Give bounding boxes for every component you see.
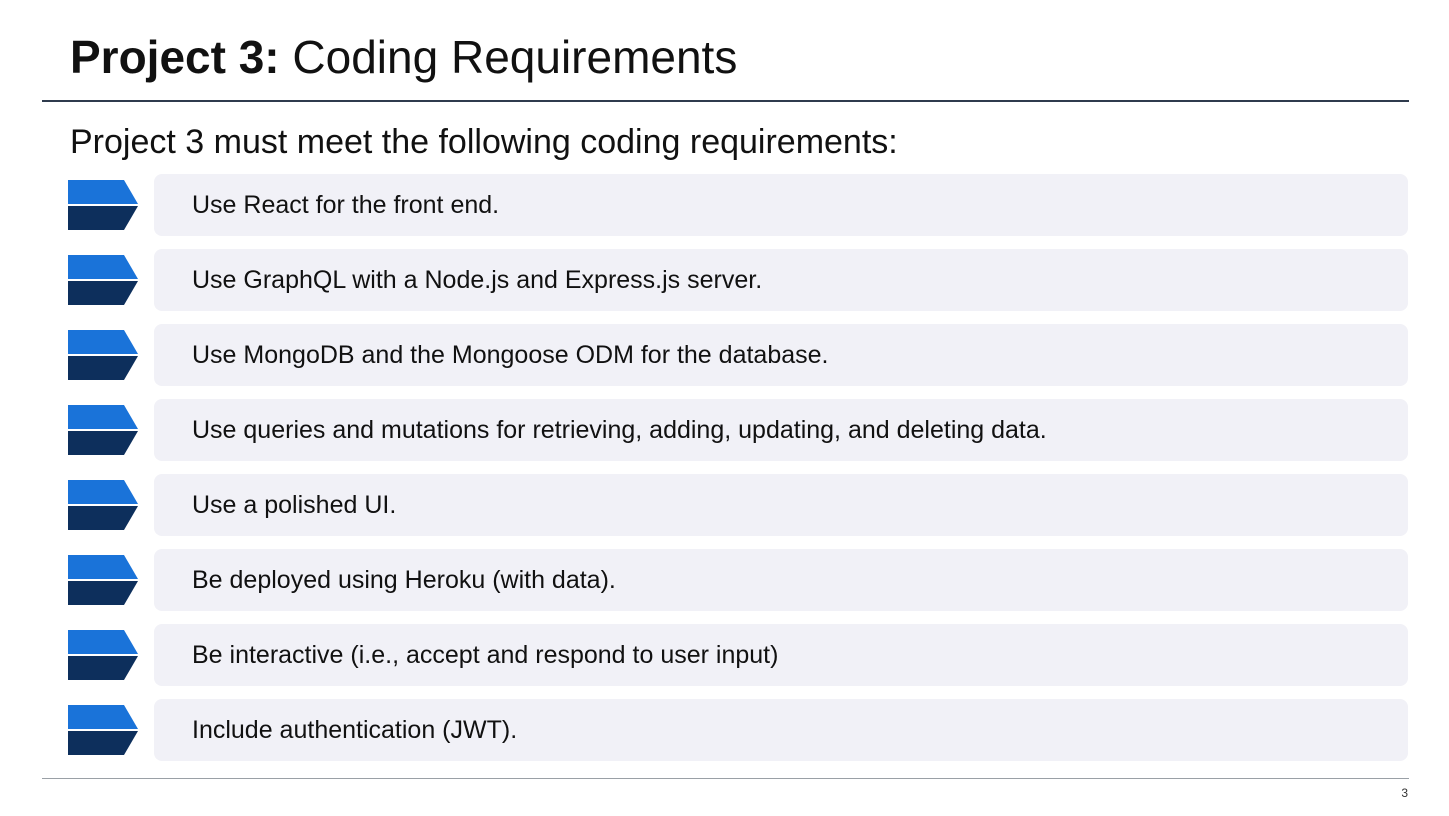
requirement-box: Use GraphQL with a Node.js and Express.j… (154, 249, 1408, 311)
page-number: 3 (1401, 786, 1408, 800)
chevron-arrow-icon (68, 555, 138, 605)
requirement-text: Be interactive (i.e., accept and respond… (192, 640, 779, 669)
slide: Project 3: Coding Requirements Project 3… (0, 0, 1449, 816)
requirement-box: Use React for the front end. (154, 174, 1408, 236)
requirement-box: Be deployed using Heroku (with data). (154, 549, 1408, 611)
requirement-box: Use queries and mutations for retrieving… (154, 399, 1408, 461)
requirement-text: Be deployed using Heroku (with data). (192, 565, 616, 594)
slide-subtitle: Project 3 must meet the following coding… (70, 123, 898, 161)
chevron-arrow-icon (68, 330, 138, 380)
requirement-text: Include authentication (JWT). (192, 715, 518, 744)
chevron-arrow-icon (68, 705, 138, 755)
title-bold: Project 3: (70, 31, 280, 83)
list-item: Be deployed using Heroku (with data). (68, 549, 1408, 611)
page-title: Project 3: Coding Requirements (70, 28, 737, 86)
list-item: Use queries and mutations for retrieving… (68, 399, 1408, 461)
requirement-box: Include authentication (JWT). (154, 699, 1408, 761)
list-item: Use MongoDB and the Mongoose ODM for the… (68, 324, 1408, 386)
requirement-box: Use MongoDB and the Mongoose ODM for the… (154, 324, 1408, 386)
chevron-arrow-icon (68, 255, 138, 305)
chevron-arrow-icon (68, 405, 138, 455)
list-item: Use a polished UI. (68, 474, 1408, 536)
title-light: Coding Requirements (292, 31, 738, 83)
requirement-box: Use a polished UI. (154, 474, 1408, 536)
requirement-text: Use GraphQL with a Node.js and Express.j… (192, 265, 763, 294)
requirement-text: Use MongoDB and the Mongoose ODM for the… (192, 340, 829, 369)
title-divider (42, 100, 1409, 102)
chevron-arrow-icon (68, 630, 138, 680)
list-item: Use React for the front end. (68, 174, 1408, 236)
chevron-arrow-icon (68, 480, 138, 530)
list-item: Include authentication (JWT). (68, 699, 1408, 761)
footer-divider (42, 778, 1409, 779)
requirement-text: Use React for the front end. (192, 190, 500, 219)
requirement-text: Use a polished UI. (192, 490, 397, 519)
requirement-box: Be interactive (i.e., accept and respond… (154, 624, 1408, 686)
chevron-arrow-icon (68, 180, 138, 230)
list-item: Use GraphQL with a Node.js and Express.j… (68, 249, 1408, 311)
requirement-text: Use queries and mutations for retrieving… (192, 415, 1047, 444)
list-item: Be interactive (i.e., accept and respond… (68, 624, 1408, 686)
